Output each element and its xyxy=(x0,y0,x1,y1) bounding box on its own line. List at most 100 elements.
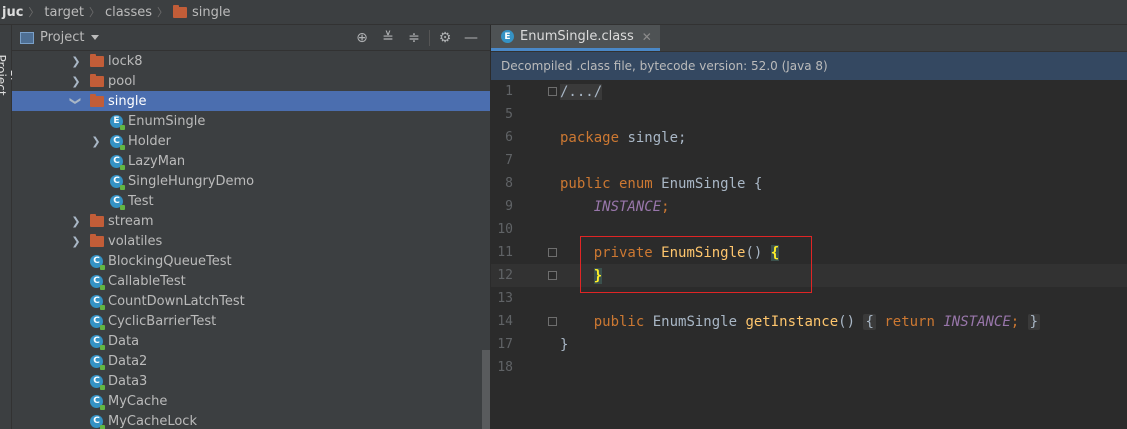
tree-item-countdownlatchtest[interactable]: C CountDownLatchTest xyxy=(12,291,490,311)
folded-imports[interactable]: /.../ xyxy=(560,83,603,100)
keyword: return xyxy=(884,313,935,330)
class-icon: C xyxy=(90,354,105,370)
tree-item-enumsingle[interactable]: E EnumSingle xyxy=(12,111,490,131)
gear-icon[interactable]: ⚙ xyxy=(432,25,458,51)
tree-item-label: LazyMan xyxy=(128,153,186,169)
line-number: 10 xyxy=(497,222,513,237)
project-view-selector[interactable]: Project xyxy=(40,30,84,45)
line-number: 18 xyxy=(497,360,513,375)
tree-item-label: CyclicBarrierTest xyxy=(108,313,217,329)
class-icon: C xyxy=(90,274,105,290)
code-text: () xyxy=(838,313,856,330)
tree-item-test[interactable]: C Test xyxy=(12,191,490,211)
folder-icon xyxy=(90,213,104,227)
keyword: public enum xyxy=(560,175,653,192)
chevron-right-icon[interactable]: ❯ xyxy=(90,131,102,151)
tree-item-label: Data2 xyxy=(108,353,148,369)
fold-icon[interactable] xyxy=(548,271,557,280)
code-area[interactable]: 1 /.../ 5 6 package single; 7 8 public e… xyxy=(491,80,1127,429)
tree-item-label: BlockingQueueTest xyxy=(108,253,232,269)
tree-item-data2[interactable]: C Data2 xyxy=(12,351,490,371)
chevron-down-icon[interactable]: ❯ xyxy=(66,95,86,107)
tab-label: EnumSingle.class xyxy=(520,29,634,44)
tree-item-lock8[interactable]: ❯ lock8 xyxy=(12,51,490,71)
tree-item-data3[interactable]: C Data3 xyxy=(12,371,490,391)
decompiled-info-bar: Decompiled .class file, bytecode version… xyxy=(491,52,1127,80)
tree-item-volatiles[interactable]: ❯ volatiles xyxy=(12,231,490,251)
tree-item-label: CallableTest xyxy=(108,273,186,289)
tree-item-label: volatiles xyxy=(108,233,163,249)
tree-item-callabletest[interactable]: C CallableTest xyxy=(12,271,490,291)
chevron-right-icon[interactable]: ❯ xyxy=(70,211,82,231)
tree-item-label: pool xyxy=(108,73,136,89)
code-line: 14 public EnumSingle getInstance() { ret… xyxy=(491,310,1127,333)
project-scrollbar[interactable] xyxy=(482,350,490,429)
line-number: 11 xyxy=(497,245,513,260)
tree-item-label: SingleHungryDemo xyxy=(128,173,255,189)
line-number: 12 xyxy=(497,268,513,283)
tree-item-mycache[interactable]: C MyCache xyxy=(12,391,490,411)
code-line: 6 package single; xyxy=(491,126,1127,149)
folder-icon xyxy=(90,233,104,247)
tree-item-label: EnumSingle xyxy=(128,113,206,129)
toolbar-divider xyxy=(429,30,430,46)
line-number: 1 xyxy=(505,84,513,99)
class-icon: C xyxy=(90,314,105,330)
class-icon: C xyxy=(90,294,105,310)
tree-item-stream[interactable]: ❯ stream xyxy=(12,211,490,231)
tree-item-label: Data xyxy=(108,333,140,349)
class-icon: C xyxy=(90,374,105,390)
tree-item-label: MyCacheLock xyxy=(108,413,197,429)
close-icon[interactable]: ✕ xyxy=(642,30,652,44)
tool-window-strip: 1: Project xyxy=(0,25,22,429)
tree-item-lazyman[interactable]: C LazyMan xyxy=(12,151,490,171)
tree-item-mycachelock[interactable]: C MyCacheLock xyxy=(12,411,490,429)
code-line: 7 xyxy=(491,149,1127,172)
tree-item-cyclicbarriertest[interactable]: C CyclicBarrierTest xyxy=(12,311,490,331)
line-number: 13 xyxy=(497,291,513,306)
tree-item-label: stream xyxy=(108,213,154,229)
chevron-right-icon[interactable]: ❯ xyxy=(70,51,82,71)
enum-constant: INSTANCE xyxy=(593,198,662,215)
tree-item-holder[interactable]: ❯ C Holder xyxy=(12,131,490,151)
breadcrumb-item-juc[interactable]: juc xyxy=(2,5,23,20)
breadcrumb-separator-icon: 〉 xyxy=(28,6,40,19)
tree-item-blockingqueuetest[interactable]: C BlockingQueueTest xyxy=(12,251,490,271)
fold-icon[interactable] xyxy=(548,248,557,257)
class-icon: C xyxy=(90,394,105,410)
breadcrumb-item-target[interactable]: target xyxy=(44,5,84,20)
fold-icon[interactable] xyxy=(548,317,557,326)
class-icon: C xyxy=(90,254,105,270)
tree-item-single[interactable]: ❯ single xyxy=(12,91,490,111)
tree-item-data[interactable]: C Data xyxy=(12,331,490,351)
tab-enumsingle-class[interactable]: E EnumSingle.class ✕ xyxy=(491,25,660,51)
tree-item-label: Holder xyxy=(128,133,171,149)
semicolon: ; xyxy=(1010,313,1020,330)
chevron-down-icon[interactable] xyxy=(91,35,100,40)
code-text: single; xyxy=(619,129,687,146)
expand-all-icon[interactable]: ≚ xyxy=(375,25,401,51)
folded-block-close[interactable]: } xyxy=(1027,313,1041,330)
chevron-right-icon[interactable]: ❯ xyxy=(70,231,82,251)
project-header-toolbar: ⊕ ≚ ≑ ⚙ — xyxy=(349,25,484,51)
folded-block-open[interactable]: { xyxy=(863,313,876,330)
tree-item-label: lock8 xyxy=(108,53,143,69)
breadcrumb-item-single[interactable]: single xyxy=(192,5,231,20)
code-line: 8 public enum EnumSingle { xyxy=(491,172,1127,195)
breadcrumb-item-classes[interactable]: classes xyxy=(105,5,152,20)
minimize-icon[interactable]: — xyxy=(458,25,484,51)
line-number: 14 xyxy=(497,314,513,329)
enum-icon: E xyxy=(110,114,125,130)
locate-icon[interactable]: ⊕ xyxy=(349,25,375,51)
fold-icon[interactable] xyxy=(548,87,557,96)
code-line: 17 } xyxy=(491,333,1127,356)
method-name: getInstance xyxy=(745,313,839,330)
code-text: EnumSingle xyxy=(644,313,746,330)
class-icon: C xyxy=(90,414,105,429)
tree-item-pool[interactable]: ❯ pool xyxy=(12,71,490,91)
chevron-right-icon[interactable]: ❯ xyxy=(70,71,82,91)
collapse-all-icon[interactable]: ≑ xyxy=(401,25,427,51)
breadcrumb-separator-icon: 〉 xyxy=(157,6,168,19)
tree-item-singlehungrydemo[interactable]: C SingleHungryDemo xyxy=(12,171,490,191)
keyword: public xyxy=(593,313,645,330)
